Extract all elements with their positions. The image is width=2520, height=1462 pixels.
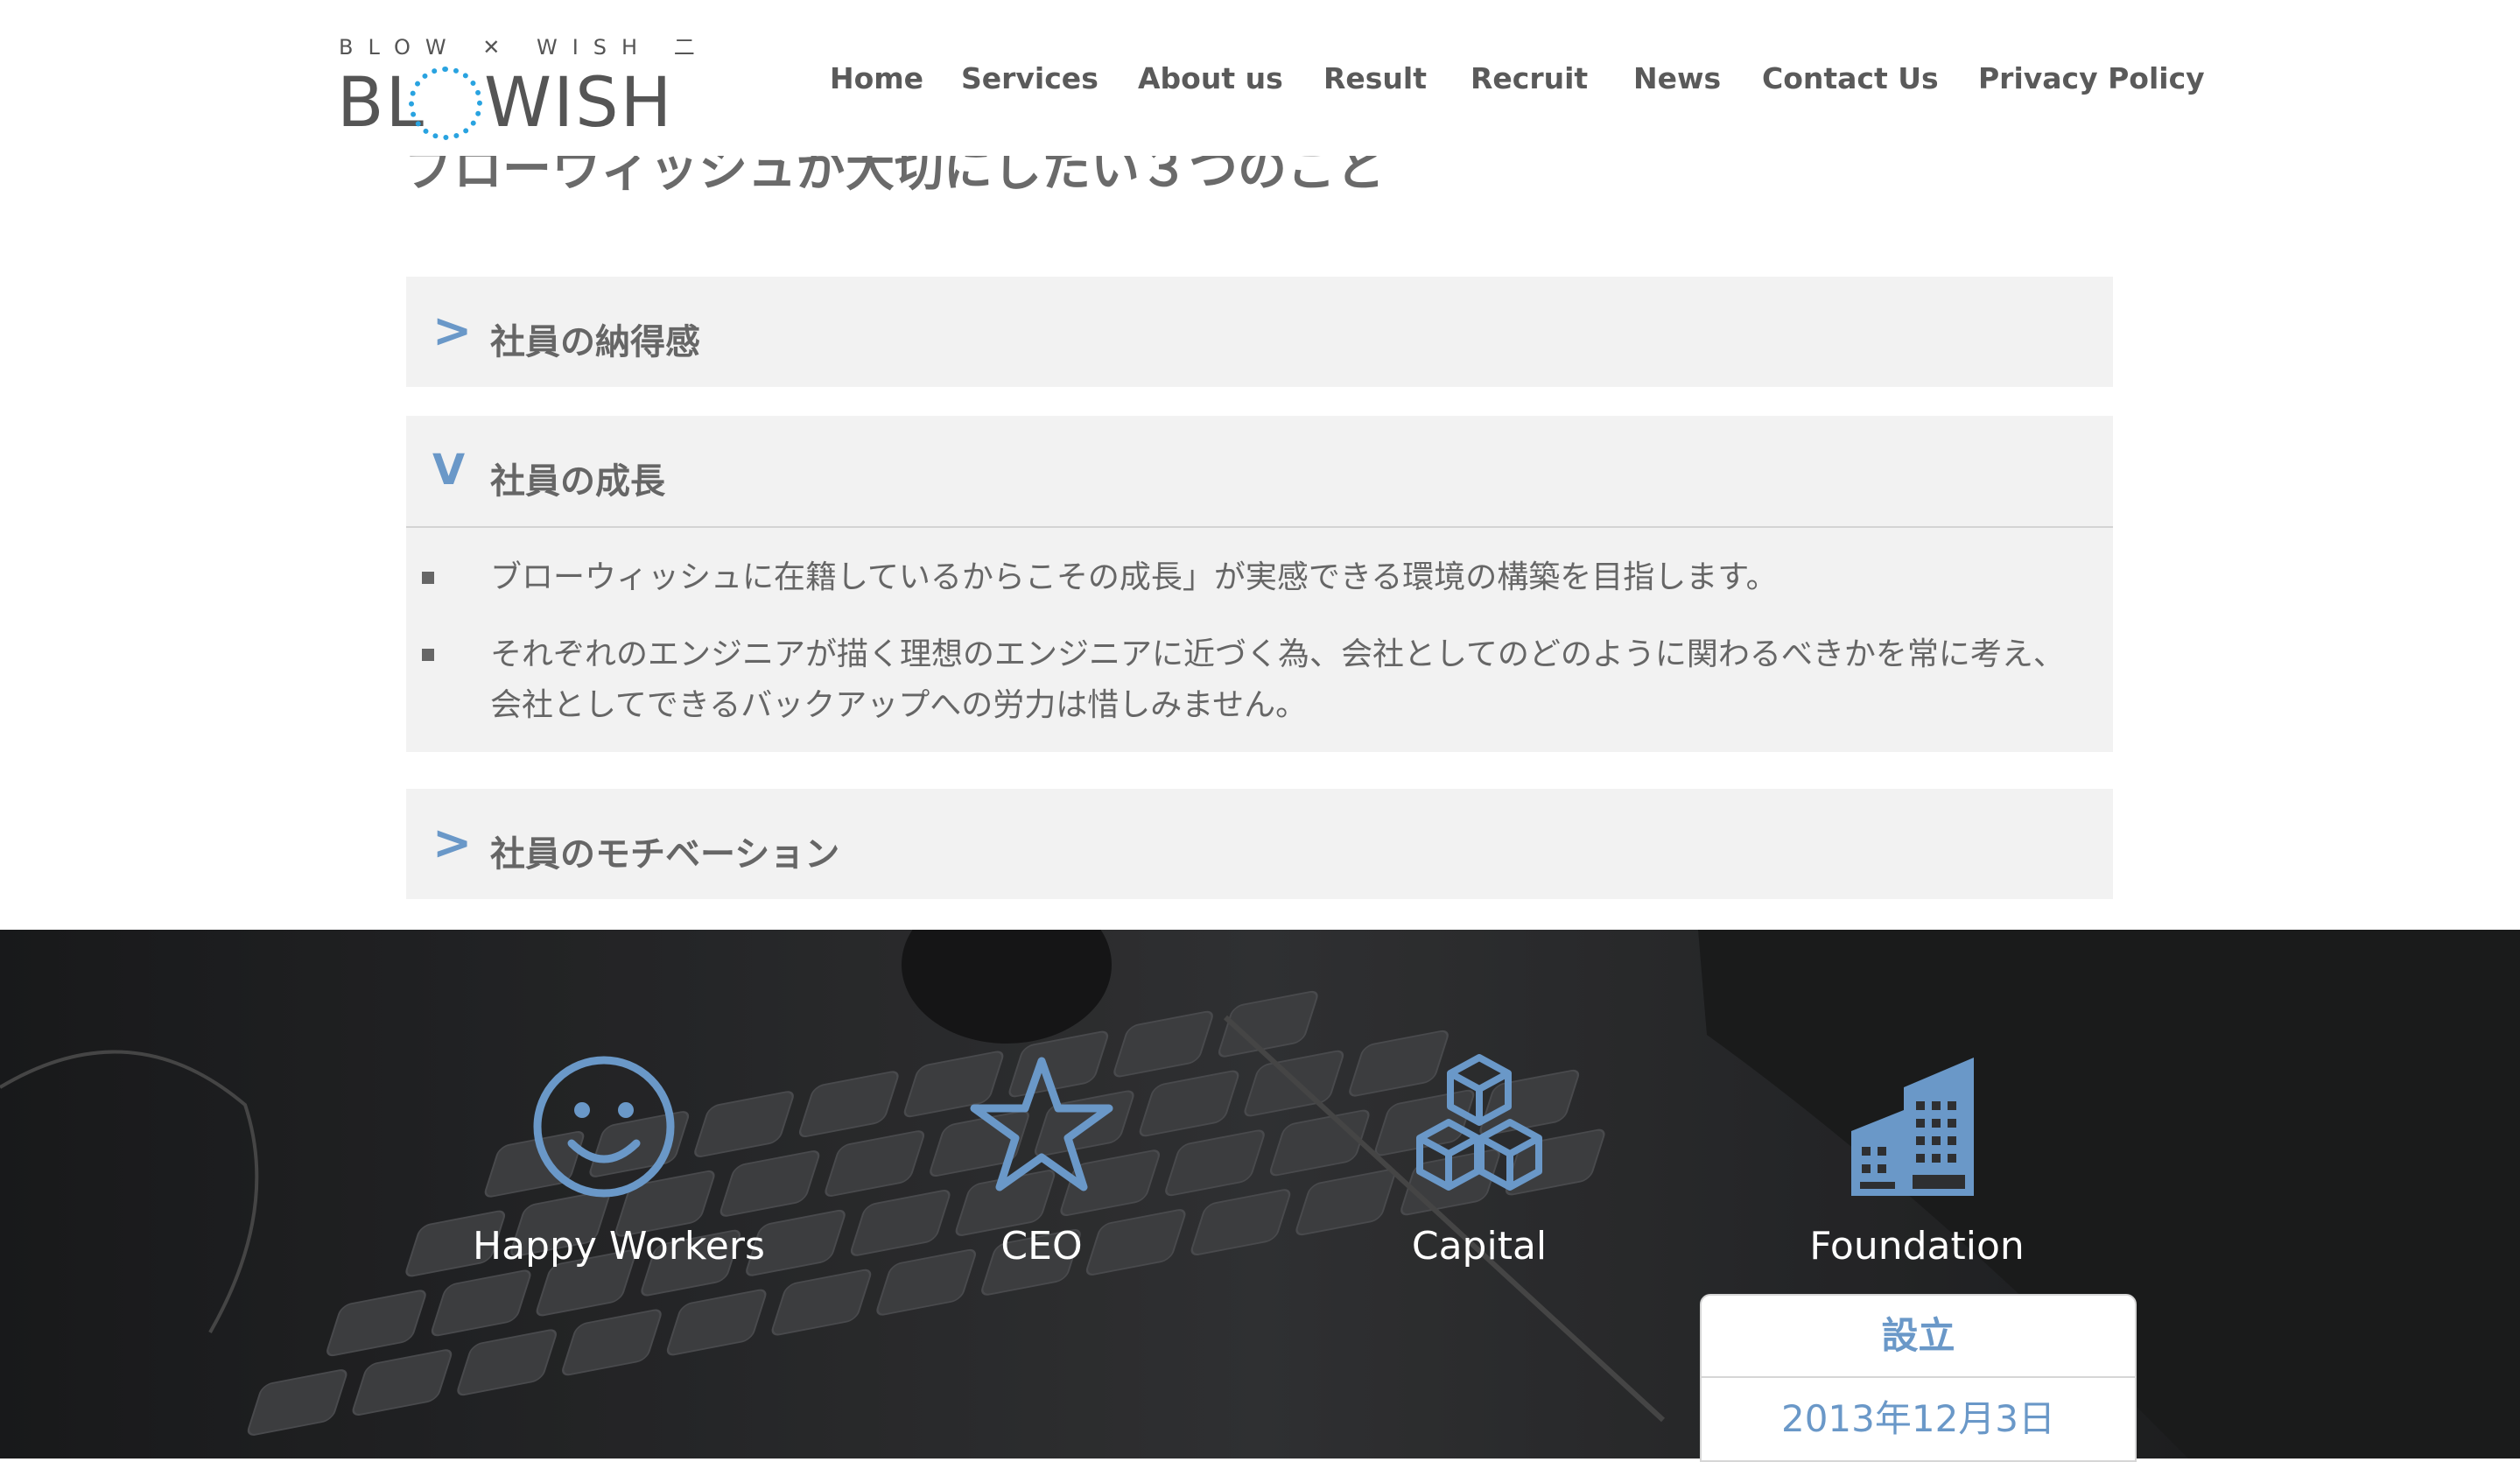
accordion-item-growth: V 社員の成長 ブローウィッシュに在籍しているからこその成長」が実感できる環境の… bbox=[406, 416, 2113, 752]
star-icon bbox=[970, 1057, 1113, 1191]
accordion-title: 社員の成長 bbox=[490, 461, 665, 502]
nav-contact-us[interactable]: Contact Us bbox=[1762, 61, 1939, 95]
accordion-title: 社員の納得感 bbox=[490, 322, 700, 362]
accordion-item-satisfaction: > 社員の納得感 bbox=[406, 277, 2113, 387]
bullet-square-icon bbox=[422, 572, 434, 584]
chevron-down-icon: V bbox=[432, 446, 466, 495]
nav-privacy-policy[interactable]: Privacy Policy bbox=[1978, 61, 2205, 95]
chevron-right-icon: > bbox=[432, 815, 473, 870]
accordion-header[interactable]: > 社員のモチベーション bbox=[406, 789, 2113, 899]
foundation-label: 設立 bbox=[1702, 1296, 2135, 1378]
cubes-icon bbox=[1416, 1054, 1542, 1191]
accordion-header[interactable]: > 社員の納得感 bbox=[406, 277, 2113, 387]
site-header: BLOW ✕ WISH 二 BL WISH Home Services Abou… bbox=[0, 0, 2520, 156]
stat-label: CEO bbox=[1000, 1224, 1083, 1269]
accordion-item-motivation: > 社員のモチベーション bbox=[406, 789, 2113, 899]
stat-foundation: Foundation bbox=[1786, 1052, 2048, 1269]
nav-home[interactable]: Home bbox=[830, 61, 923, 95]
logo-tagline: BLOW ✕ WISH 二 bbox=[339, 35, 710, 60]
stat-label: Capital bbox=[1411, 1224, 1548, 1269]
nav-news[interactable]: News bbox=[1633, 61, 1721, 95]
stat-label: Happy Workers bbox=[473, 1224, 765, 1269]
building-icon bbox=[1851, 1058, 1974, 1196]
stat-label: Foundation bbox=[1809, 1224, 2025, 1269]
stats-band: Happy Workers CEO Capital Foundation bbox=[0, 930, 2520, 1458]
accordion-body: ブローウィッシュに在籍しているからこその成長」が実感できる環境の構築を目指します… bbox=[406, 526, 2113, 752]
smiley-icon bbox=[533, 1056, 675, 1198]
list-item: ブローウィッシュに在籍しているからこその成長」が実感できる環境の構築を目指します… bbox=[422, 552, 2078, 603]
chevron-right-icon: > bbox=[432, 303, 473, 358]
nav-services[interactable]: Services bbox=[961, 61, 1099, 95]
foundation-date: 2013年12月3日 bbox=[1780, 1397, 2056, 1440]
bullet-square-icon bbox=[422, 649, 434, 661]
list-item-text: それぞれのエンジニアが描く理想のエンジニアに近づく為、会社としてのどのように関わ… bbox=[490, 636, 2065, 723]
main-nav: Home Services About us Result Recruit Ne… bbox=[0, 61, 2520, 105]
stat-happy-workers: Happy Workers bbox=[473, 1052, 765, 1269]
nav-about-us[interactable]: About us bbox=[1138, 61, 1283, 95]
keyboard-background-image bbox=[0, 930, 2520, 1458]
stat-ceo: CEO bbox=[910, 1052, 1173, 1269]
list-item: それぞれのエンジニアが描く理想のエンジニアに近づく為、会社としてのどのように関わ… bbox=[422, 629, 2078, 731]
accordion-title: 社員のモチベーション bbox=[490, 834, 840, 875]
nav-recruit[interactable]: Recruit bbox=[1471, 61, 1588, 95]
list-item-text: ブローウィッシュに在籍しているからこその成長」が実感できる環境の構築を目指します… bbox=[490, 559, 1778, 595]
stat-capital: Capital bbox=[1348, 1052, 1611, 1269]
accordion-header[interactable]: V 社員の成長 bbox=[406, 416, 2113, 526]
foundation-info-card: 設立 2013年12月3日 bbox=[1700, 1294, 2137, 1462]
nav-result[interactable]: Result bbox=[1323, 61, 1427, 95]
